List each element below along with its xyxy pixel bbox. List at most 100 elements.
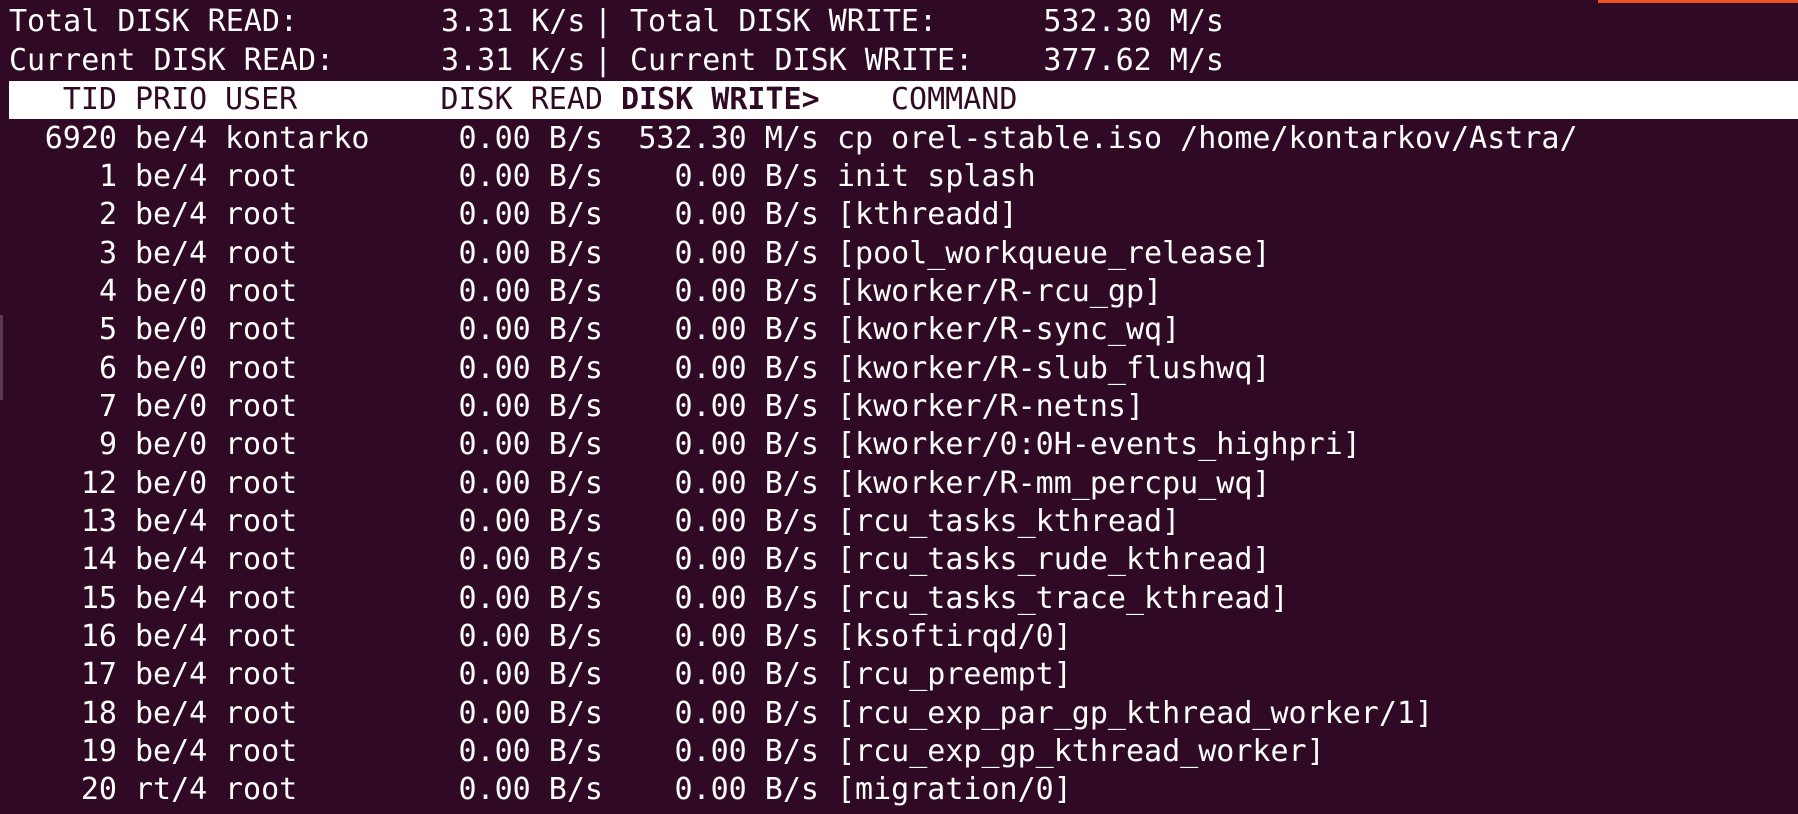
row-disk-write: 0.00 B/s	[674, 388, 820, 424]
row-disk-write: 532.30 M/s	[638, 120, 819, 156]
row-tid: 14	[80, 542, 117, 578]
row-prio: be/0	[135, 350, 208, 386]
row-user: root	[225, 312, 298, 348]
current-read-value: 3.31 K/s	[441, 43, 586, 78]
header-tid[interactable]: TID	[9, 81, 117, 119]
row-prio: be/4	[135, 197, 208, 233]
process-row[interactable]: 13 be/4 root 0.00 B/s 0.00 B/s [rcu_tasks_kth…	[9, 503, 1180, 541]
row-disk-write: 0.00 B/s	[674, 465, 820, 501]
row-prio: be/4	[135, 120, 208, 156]
terminal-window[interactable]: Total DISK READ: 3.31 K/s | Total DISK WRIT…	[0, 0, 1798, 814]
row-disk-read: 0.00 B/s	[458, 120, 604, 156]
total-separator: |	[593, 4, 613, 39]
row-user: root	[225, 580, 298, 616]
row-tid: 20	[80, 772, 117, 808]
process-row[interactable]: 3 be/4 root 0.00 B/s 0.00 B/s [pool_workqueue…	[9, 235, 1271, 273]
current-write-label: Current DISK WRITE:	[630, 43, 974, 78]
row-tid: 17	[80, 657, 117, 693]
row-prio: be/4	[135, 580, 208, 616]
row-disk-write: 0.00 B/s	[674, 273, 820, 309]
row-command: [kworker/R-slub_flushwq]	[837, 350, 1271, 386]
row-disk-write: 0.00 B/s	[674, 772, 820, 808]
row-prio: be/4	[135, 734, 208, 770]
row-disk-write: 0.00 B/s	[674, 734, 820, 770]
row-disk-write: 0.00 B/s	[674, 657, 820, 693]
process-row[interactable]: 6920 be/4 kontarko 0.00 B/s 532.30 M/s cp ore…	[9, 120, 1578, 158]
row-prio: be/4	[135, 695, 208, 731]
process-row[interactable]: 17 be/4 root 0.00 B/s 0.00 B/s [rcu_preempt]	[9, 656, 1072, 694]
row-disk-read: 0.00 B/s	[458, 197, 604, 233]
row-disk-read: 0.00 B/s	[458, 772, 604, 808]
process-row[interactable]: 1 be/4 root 0.00 B/s 0.00 B/s init splash	[9, 158, 1036, 196]
row-disk-write: 0.00 B/s	[674, 235, 820, 271]
current-write-value: 377.62 M/s	[1043, 43, 1224, 78]
process-row[interactable]: 7 be/0 root 0.00 B/s 0.00 B/s [kworker/R-netn…	[9, 388, 1144, 426]
process-row[interactable]: 12 be/0 root 0.00 B/s 0.00 B/s [kworker/R-mm_…	[9, 465, 1271, 503]
process-row[interactable]: 16 be/4 root 0.00 B/s 0.00 B/s [ksoftirqd/0]	[9, 618, 1072, 656]
row-prio: be/0	[135, 312, 208, 348]
row-command: [rcu_exp_par_gp_kthread_worker/1]	[837, 695, 1434, 731]
row-user: root	[225, 619, 298, 655]
row-disk-read: 0.00 B/s	[458, 657, 604, 693]
row-user: root	[225, 542, 298, 578]
row-prio: be/4	[135, 235, 208, 271]
row-disk-read: 0.00 B/s	[458, 427, 604, 463]
row-command: [rcu_exp_gp_kthread_worker]	[837, 734, 1325, 770]
row-prio: rt/4	[135, 772, 208, 808]
process-row[interactable]: 4 be/0 root 0.00 B/s 0.00 B/s [kworker/R-rcu_…	[9, 273, 1162, 311]
row-disk-write: 0.00 B/s	[674, 542, 820, 578]
total-read-value: 3.31 K/s	[441, 4, 586, 39]
summary-current-line: Current DISK READ: 3.31 K/s | Current DISK …	[9, 42, 1224, 80]
row-tid: 16	[80, 619, 117, 655]
row-tid: 2	[98, 197, 117, 233]
row-user: root	[225, 657, 298, 693]
row-disk-read: 0.00 B/s	[458, 504, 604, 539]
row-user: kontarko	[225, 120, 370, 156]
row-disk-write: 0.00 B/s	[674, 619, 820, 655]
row-user: root	[225, 350, 298, 386]
process-row[interactable]: 14 be/4 root 0.00 B/s 0.00 B/s [rcu_tasks_rud…	[9, 541, 1271, 579]
row-disk-read: 0.00 B/s	[458, 465, 604, 501]
row-tid: 15	[80, 580, 117, 616]
scrollbar-handle[interactable]	[0, 315, 3, 400]
header-user[interactable]: USER	[225, 81, 387, 119]
process-row[interactable]: 19 be/4 root 0.00 B/s 0.00 B/s [rcu_exp_gp_kt…	[9, 733, 1325, 771]
row-tid: 9	[98, 427, 117, 463]
header-disk-write-sorted[interactable]: DISK WRITE>	[603, 81, 820, 119]
process-row[interactable]: 2 be/4 root 0.00 B/s 0.00 B/s [kthreadd]	[9, 196, 1018, 234]
current-separator: |	[593, 43, 613, 78]
row-prio: be/4	[135, 542, 208, 578]
row-tid: 5	[98, 312, 117, 348]
process-row[interactable]: 6 be/0 root 0.00 B/s 0.00 B/s [kworker/R-slub…	[9, 350, 1271, 388]
row-command: [ksoftirqd/0]	[837, 619, 1072, 655]
row-command: [kworker/R-mm_percpu_wq]	[837, 465, 1271, 501]
row-tid: 7	[98, 388, 117, 424]
row-disk-read: 0.00 B/s	[458, 312, 604, 348]
process-row[interactable]: 20 rt/4 root 0.00 B/s 0.00 B/s [migration/0]	[9, 771, 1072, 809]
row-disk-write: 0.00 B/s	[674, 312, 820, 348]
row-user: root	[225, 388, 298, 424]
row-command: init splash	[837, 158, 1036, 194]
process-row[interactable]: 5 be/0 root 0.00 B/s 0.00 B/s [kworker/R-sync…	[9, 311, 1180, 349]
total-write-value: 532.30 M/s	[1043, 4, 1224, 39]
header-command[interactable]: COMMAND	[819, 81, 1017, 119]
row-prio: be/4	[135, 158, 208, 194]
row-tid: 18	[80, 695, 117, 731]
row-disk-write: 0.00 B/s	[674, 427, 820, 463]
row-disk-read: 0.00 B/s	[458, 388, 604, 424]
row-disk-read: 0.00 B/s	[458, 580, 604, 616]
row-user: root	[225, 273, 298, 309]
row-user: root	[225, 695, 298, 731]
current-read-label: Current DISK READ:	[9, 43, 335, 78]
row-disk-read: 0.00 B/s	[458, 619, 604, 655]
header-disk-read[interactable]: DISK READ	[387, 81, 603, 119]
process-row[interactable]: 15 be/4 root 0.00 B/s 0.00 B/s [rcu_tasks_tra…	[9, 580, 1289, 618]
row-disk-read: 0.00 B/s	[458, 350, 604, 386]
process-row[interactable]: 9 be/0 root 0.00 B/s 0.00 B/s [kworker/0:0H-e…	[9, 426, 1361, 464]
header-prio[interactable]: PRIO	[117, 81, 225, 119]
row-command: [kworker/R-rcu_gp]	[837, 273, 1163, 309]
row-user: root	[225, 734, 298, 770]
row-prio: be/4	[135, 619, 208, 655]
process-row[interactable]: 18 be/4 root 0.00 B/s 0.00 B/s [rcu_exp_par_g…	[9, 695, 1433, 733]
row-command: [rcu_tasks_kthread]	[837, 504, 1181, 539]
